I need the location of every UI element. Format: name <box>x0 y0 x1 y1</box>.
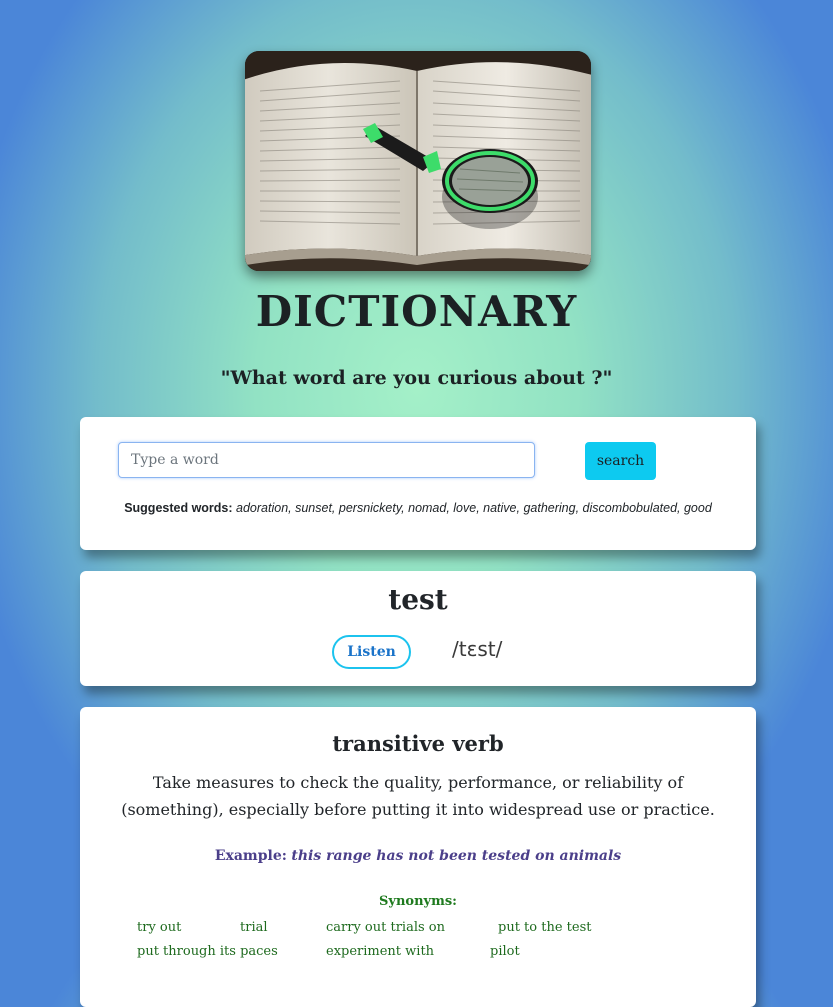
definition-text: Take measures to check the quality, perf… <box>121 773 715 819</box>
synonym-item: experiment with <box>326 944 435 959</box>
synonym-item: put through its paces <box>137 944 278 959</box>
suggested-words-list: adoration, sunset, persnickety, nomad, l… <box>236 501 712 515</box>
book-magnifier-illustration <box>245 51 591 271</box>
suggested-words-label: Suggested words: <box>124 501 233 515</box>
result-word: test <box>388 583 448 616</box>
synonym-item: try out <box>137 920 182 935</box>
example-label: Example: <box>214 848 287 864</box>
search-input[interactable] <box>118 442 535 478</box>
suggested-words: Suggested words: adoration, sunset, pers… <box>80 501 756 515</box>
meaning-card: transitive verb Take measures to check t… <box>80 707 756 1007</box>
synonyms-label: Synonyms: <box>379 894 457 909</box>
synonym-item: put to the test <box>498 920 592 935</box>
page-tagline: "What word are you curious about ?" <box>220 367 613 389</box>
part-of-speech: transitive verb <box>332 731 504 756</box>
listen-button[interactable]: Listen <box>332 635 411 669</box>
page-title: DICTIONARY <box>255 287 578 336</box>
phonetic-text: /tɛst/ <box>452 637 503 661</box>
search-card: search Suggested words: adoration, sunse… <box>80 417 756 550</box>
example: Example: this range has not been tested … <box>80 848 756 864</box>
word-card: test Listen /tɛst/ <box>80 571 756 686</box>
hero-image-book-magnifier <box>245 51 591 271</box>
synonym-item: trial <box>240 920 268 935</box>
synonym-item: pilot <box>490 944 520 959</box>
synonym-item: carry out trials on <box>326 920 445 935</box>
search-button[interactable]: search <box>585 442 656 480</box>
example-text: this range has not been tested on animal… <box>291 848 622 864</box>
